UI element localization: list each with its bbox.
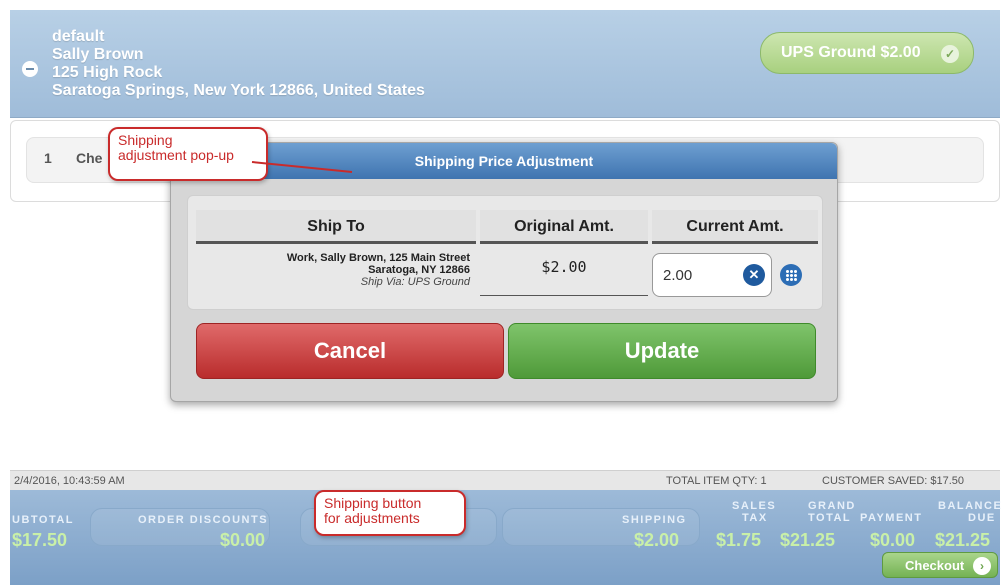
shipping-button-annotation-callout: Shipping button for adjustments [314, 490, 466, 536]
customer-address-header: default Sally Brown 125 High Rock Sarato… [10, 10, 1000, 118]
total-item-qty: TOTAL ITEM QTY: 1 [666, 475, 767, 487]
sales-tax-value: $1.75 [716, 530, 762, 550]
balance-due-value: $21.25 [935, 530, 991, 550]
line-label: Che [76, 150, 103, 166]
popup-annotation-callout: Shipping adjustment pop-up [108, 127, 268, 181]
popup-callout-line1: Shipping [118, 132, 173, 148]
popup-callout-line2: adjustment pop-up [118, 147, 234, 163]
shipping-method-button[interactable]: UPS Ground $2.00 ✓ [760, 32, 974, 74]
payment-label: PAYMENT [860, 512, 923, 524]
balance-due-label-1: BALANCE [938, 500, 1002, 512]
x-circle-icon[interactable]: ✕ [743, 264, 765, 286]
ship-to-line1: Work, Sally Brown, 125 Main Street [286, 252, 470, 264]
address-block: default Sally Brown 125 High Rock Sarato… [52, 28, 425, 100]
sales-tax-label-1: SALES [732, 500, 777, 512]
address-street: 125 High Rock [52, 64, 163, 81]
sales-tax-label-2: TAX [742, 512, 768, 524]
address-city: Saratoga Springs, New York 12866, United… [52, 82, 425, 99]
update-button[interactable]: Update [508, 323, 816, 379]
shipping-label: SHIPPING [622, 514, 687, 526]
customer-saved: CUSTOMER SAVED: $17.50 [822, 475, 965, 487]
totals-bar: UBTOTAL $17.50 ORDER DISCOUNTS $0.00 SHI… [10, 490, 1002, 585]
checkout-button[interactable]: Checkout › [882, 552, 998, 578]
adjustment-table: Ship To Original Amt. Current Amt. Work,… [187, 195, 823, 310]
minus-circle-icon[interactable] [22, 61, 38, 77]
subtotal-label: UBTOTAL [12, 514, 75, 526]
balance-due-label-2: DUE [968, 512, 996, 524]
shipping-callout-line1: Shipping button [324, 495, 422, 511]
column-header-current-amount: Current Amt. [652, 210, 818, 244]
ship-to-cell: Work, Sally Brown, 125 Main Street Sarat… [196, 252, 470, 288]
address-name: Sally Brown [52, 46, 144, 63]
status-bar: 2/4/2016, 10:43:59 AM TOTAL ITEM QTY: 1 … [10, 470, 1000, 490]
subtotal-value: $17.50 [12, 530, 68, 550]
ship-to-line2: Saratoga, NY 12866 [368, 264, 470, 276]
order-discounts-value: $0.00 [220, 530, 266, 550]
timestamp: 2/4/2016, 10:43:59 AM [14, 475, 125, 487]
ship-via: Ship Via: UPS Ground [360, 276, 470, 288]
original-amount-cell: $2.00 [480, 252, 648, 296]
keypad-icon[interactable] [780, 264, 802, 286]
check-circle-icon: ✓ [941, 45, 959, 63]
grand-total-value: $21.25 [780, 530, 836, 550]
shipping-value: $2.00 [634, 530, 680, 550]
checkout-label: Checkout [905, 558, 965, 573]
column-header-original-amount: Original Amt. [480, 210, 648, 244]
shipping-price-adjustment-modal: Shipping Price Adjustment Ship To Origin… [170, 142, 838, 402]
shipping-callout-line2: for adjustments [324, 510, 420, 526]
grand-total-label-2: TOTAL [808, 512, 852, 524]
pos-screen: default Sally Brown 125 High Rock Sarato… [0, 0, 1002, 585]
modal-title: Shipping Price Adjustment [171, 143, 837, 179]
chevron-right-circle-icon: › [973, 557, 991, 575]
line-number: 1 [44, 150, 52, 166]
grand-total-label-1: GRAND [808, 500, 856, 512]
order-discounts-label: ORDER DISCOUNTS [138, 514, 269, 526]
shipping-method-label: UPS Ground $2.00 [781, 44, 921, 61]
payment-value: $0.00 [870, 530, 916, 550]
column-header-ship-to: Ship To [196, 210, 476, 244]
cancel-button[interactable]: Cancel [196, 323, 504, 379]
address-label: default [52, 28, 105, 45]
